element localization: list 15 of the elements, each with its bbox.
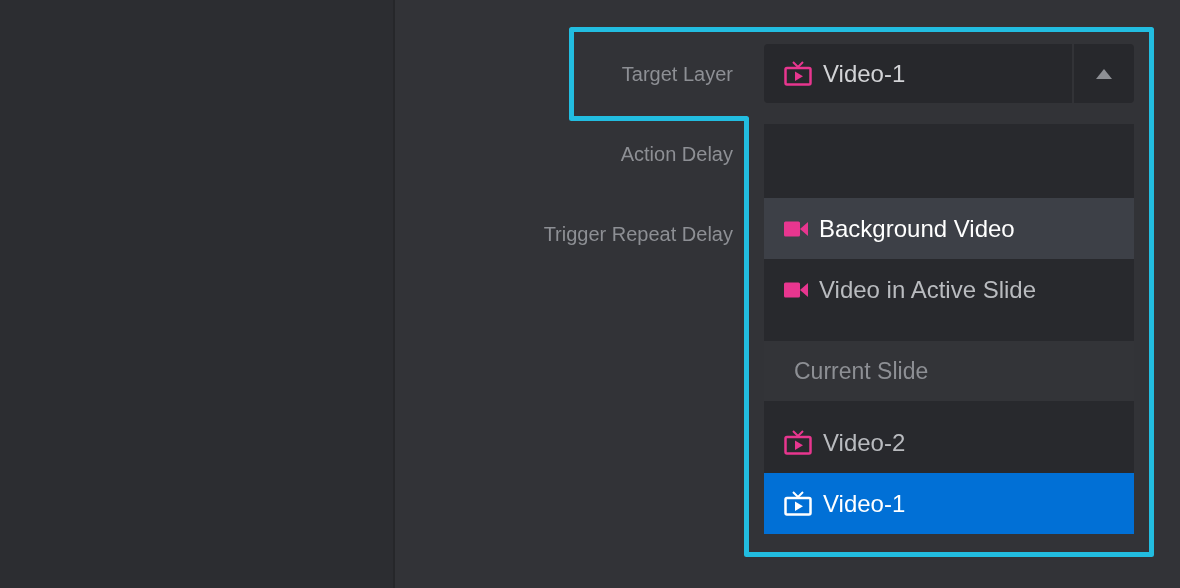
video-camera-icon bbox=[784, 281, 808, 298]
tv-icon bbox=[784, 430, 812, 455]
menu-option[interactable]: Background Video bbox=[764, 198, 1134, 259]
caret-icon bbox=[1096, 68, 1112, 79]
video-camera-icon bbox=[784, 220, 808, 237]
tv-icon bbox=[784, 491, 812, 516]
menu-option[interactable]: Video-2 bbox=[764, 412, 1134, 473]
menu-group-heading: Current Slide bbox=[764, 341, 1134, 401]
field-label: Target Layer bbox=[621, 62, 733, 86]
menu-option[interactable]: Video in Active Slide bbox=[764, 259, 1134, 320]
menu-option[interactable]: Video-1 bbox=[764, 473, 1134, 534]
target-layer-dropdown[interactable]: Video-1 bbox=[764, 44, 1134, 103]
field-label: Trigger Repeat Delay bbox=[543, 222, 733, 246]
tv-icon bbox=[784, 61, 812, 86]
field-label: Action Delay bbox=[620, 142, 733, 166]
